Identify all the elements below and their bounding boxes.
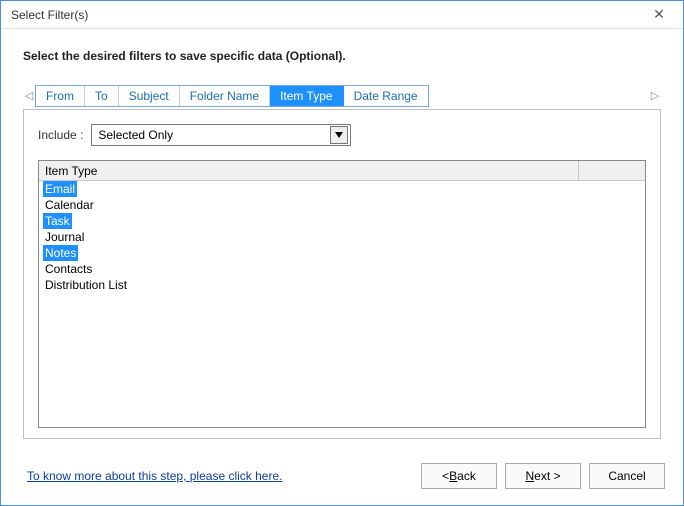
list-item[interactable]: Email bbox=[39, 181, 645, 197]
list-item[interactable]: Distribution List bbox=[39, 277, 645, 293]
item-type-listbox[interactable]: Item Type Email Calendar Task Journal No… bbox=[38, 160, 646, 428]
list-item[interactable]: Journal bbox=[39, 229, 645, 245]
include-label: Include : bbox=[38, 128, 83, 142]
button-row: < Back Next > Cancel bbox=[421, 463, 665, 489]
tab-folder-name[interactable]: Folder Name bbox=[180, 86, 270, 106]
include-value: Selected Only bbox=[98, 128, 173, 142]
tab-scroll-right[interactable]: ▷ bbox=[649, 85, 661, 107]
dialog-select-filters: Select Filter(s) ✕ Select the desired fi… bbox=[0, 0, 684, 506]
include-row: Include : Selected Only bbox=[38, 124, 646, 146]
list-item[interactable]: Task bbox=[39, 213, 645, 229]
list-item[interactable]: Contacts bbox=[39, 261, 645, 277]
close-button[interactable]: ✕ bbox=[645, 6, 673, 23]
tab-from[interactable]: From bbox=[36, 86, 85, 106]
tab-to[interactable]: To bbox=[85, 86, 119, 106]
list-item[interactable]: Calendar bbox=[39, 197, 645, 213]
tabs: From To Subject Folder Name Item Type Da… bbox=[35, 85, 429, 107]
back-button[interactable]: < Back bbox=[421, 463, 497, 489]
chevron-down-icon bbox=[330, 126, 348, 144]
window-title: Select Filter(s) bbox=[11, 8, 88, 22]
content-area: Select the desired filters to save speci… bbox=[1, 29, 683, 449]
tab-item-type[interactable]: Item Type bbox=[270, 86, 343, 106]
list-item[interactable]: Notes bbox=[39, 245, 645, 261]
help-link[interactable]: To know more about this step, please cli… bbox=[27, 469, 282, 483]
tab-row: ◁ From To Subject Folder Name Item Type … bbox=[23, 85, 661, 107]
titlebar: Select Filter(s) ✕ bbox=[1, 1, 683, 29]
include-dropdown[interactable]: Selected Only bbox=[91, 124, 351, 146]
list-body: Email Calendar Task Journal Notes Contac… bbox=[39, 181, 645, 427]
footer: To know more about this step, please cli… bbox=[1, 449, 683, 505]
next-button[interactable]: Next > bbox=[505, 463, 581, 489]
filter-pane: Include : Selected Only Item Type Email … bbox=[23, 109, 661, 439]
column-item-type[interactable]: Item Type bbox=[39, 161, 579, 180]
column-spare bbox=[579, 161, 645, 180]
list-header: Item Type bbox=[39, 161, 645, 181]
tab-scroll-left[interactable]: ◁ bbox=[23, 85, 35, 107]
tab-date-range[interactable]: Date Range bbox=[344, 86, 428, 106]
cancel-button[interactable]: Cancel bbox=[589, 463, 665, 489]
tab-subject[interactable]: Subject bbox=[119, 86, 180, 106]
instruction-text: Select the desired filters to save speci… bbox=[23, 49, 661, 63]
